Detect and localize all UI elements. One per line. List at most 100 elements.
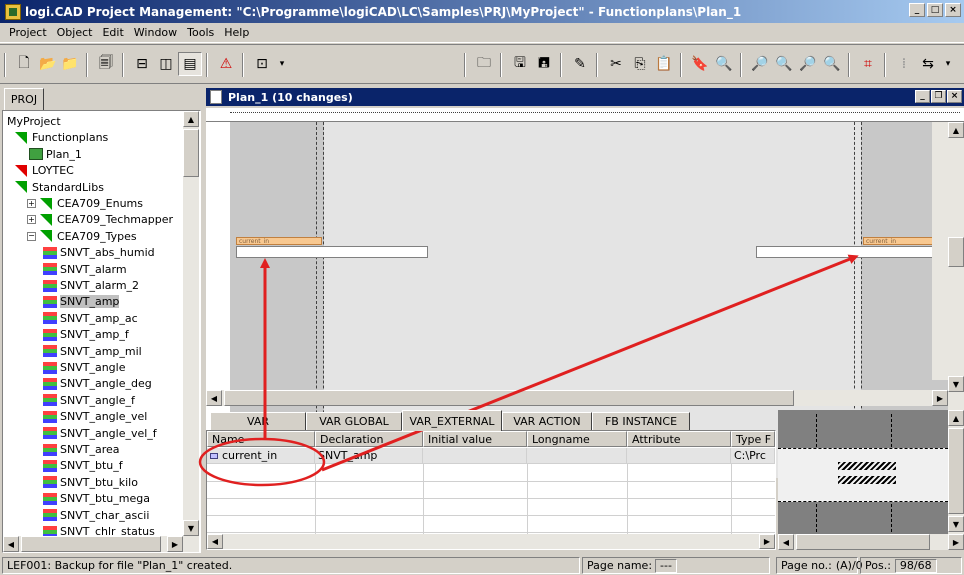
- tab-var[interactable]: VAR: [210, 412, 306, 430]
- layout-icon[interactable]: ▤: [178, 52, 202, 76]
- save-icon[interactable]: 🖫: [508, 52, 532, 76]
- tree-item[interactable]: SNVT_btu_f: [43, 457, 123, 474]
- save-all-icon[interactable]: 🖪: [532, 52, 556, 76]
- tree-scroll-thumb[interactable]: [183, 129, 199, 177]
- tree-item[interactable]: Functionplans: [15, 129, 108, 146]
- tree-item[interactable]: SNVT_angle_f: [43, 392, 135, 409]
- tree-item[interactable]: + CEA709_Enums: [27, 195, 143, 212]
- canvas-scroll-up-icon[interactable]: ▲: [948, 122, 964, 138]
- scroll-right-icon[interactable]: ▶: [167, 536, 183, 552]
- tree-item[interactable]: SNVT_btu_kilo: [43, 474, 138, 491]
- menu-project[interactable]: Project: [4, 26, 52, 39]
- canvas-scroll-down-icon[interactable]: ▼: [948, 376, 964, 392]
- child-close-icon[interactable]: ×: [947, 90, 962, 103]
- maximize-icon[interactable]: □: [927, 3, 943, 17]
- tree-item[interactable]: SNVT_angle_vel: [43, 408, 147, 425]
- tree-item[interactable]: − CEA709_Types: [27, 228, 137, 245]
- zoom-all-icon[interactable]: 🔍: [820, 52, 844, 76]
- app-title-bar[interactable]: logi.CAD Project Management: "C:\Program…: [0, 0, 964, 23]
- tab-var-external[interactable]: VAR_EXTERNAL: [402, 410, 502, 431]
- dots-icon[interactable]: ⁞: [892, 52, 916, 76]
- overview-scroll-left-icon[interactable]: ◀: [778, 534, 794, 550]
- bookmark-icon[interactable]: 🔖: [688, 52, 712, 76]
- menu-help[interactable]: Help: [219, 26, 254, 39]
- menu-edit[interactable]: Edit: [97, 26, 128, 39]
- warning-icon[interactable]: ⚠: [214, 52, 238, 76]
- collapse-icon[interactable]: −: [27, 231, 36, 241]
- tree-item[interactable]: SNVT_char_ascii: [43, 507, 149, 524]
- open-project-icon[interactable]: 📁: [58, 52, 82, 76]
- grid-row-longname[interactable]: [527, 448, 627, 464]
- zoom-in-icon[interactable]: 🔍: [772, 52, 796, 76]
- tree-item[interactable]: StandardLibs: [15, 179, 104, 196]
- overview-pane[interactable]: ▲ ▼ ◀ ▶: [778, 410, 964, 550]
- split-horizontal-icon[interactable]: ⊟: [130, 52, 154, 76]
- tree-item[interactable]: SNVT_area: [43, 441, 120, 458]
- overview-hscrollbar[interactable]: ◀ ▶: [778, 534, 964, 550]
- tab-fb-instance[interactable]: FB INSTANCE: [592, 412, 690, 430]
- tree-item[interactable]: MyProject: [7, 113, 61, 130]
- menu-window[interactable]: Window: [129, 26, 182, 39]
- expand-icon[interactable]: +: [27, 199, 36, 208]
- toolbar-chevron-down-icon[interactable]: ▾: [936, 52, 960, 76]
- col-name-header[interactable]: Name: [207, 431, 315, 447]
- col-attribute-header[interactable]: Attribute: [627, 431, 731, 447]
- tab-var-global[interactable]: VAR GLOBAL: [306, 412, 402, 430]
- scroll-left-icon[interactable]: ◀: [3, 536, 19, 552]
- col-type-header[interactable]: Type F: [731, 431, 775, 447]
- grid-row-initial-value[interactable]: [423, 448, 527, 464]
- grid-scroll-right-icon[interactable]: ▶: [759, 534, 775, 549]
- tree-item[interactable]: SNVT_angle_deg: [43, 375, 152, 392]
- scroll-down-icon[interactable]: ▼: [183, 520, 199, 536]
- grid-row-name-cell[interactable]: current_in: [207, 448, 315, 464]
- tab-var-action[interactable]: VAR ACTION: [502, 412, 592, 430]
- col-declaration-header[interactable]: Declaration: [315, 431, 423, 447]
- tree-hscrollbar[interactable]: ◀ ▶: [3, 536, 199, 552]
- col-initial-value-header[interactable]: Initial value: [423, 431, 527, 447]
- tree-item[interactable]: SNVT_angle: [43, 359, 125, 376]
- grid-scroll-left-icon[interactable]: ◀: [207, 534, 223, 549]
- copy-icon[interactable]: ⎘: [628, 52, 652, 76]
- find-icon[interactable]: 🔍: [712, 52, 736, 76]
- menu-tools[interactable]: Tools: [182, 26, 219, 39]
- grid-row-type[interactable]: C:\Prc: [731, 448, 775, 464]
- grid-icon[interactable]: ⌗: [856, 52, 880, 76]
- child-minimize-icon[interactable]: _: [915, 90, 930, 103]
- overview-scroll-right-icon[interactable]: ▶: [948, 534, 964, 550]
- split-vertical-icon[interactable]: ◫: [154, 52, 178, 76]
- cut-icon[interactable]: ✂: [604, 52, 628, 76]
- chevron-down-icon[interactable]: ▾: [270, 52, 294, 76]
- canvas-scroll-left-icon[interactable]: ◀: [206, 390, 222, 406]
- tree-item[interactable]: SNVT_amp_f: [43, 326, 129, 343]
- scroll-up-icon[interactable]: ▲: [183, 111, 199, 127]
- tree-item[interactable]: SNVT_alarm_2: [43, 277, 139, 294]
- zoom-out-icon[interactable]: 🔎: [796, 52, 820, 76]
- paste-icon[interactable]: 📋: [652, 52, 676, 76]
- tree-item[interactable]: SNVT_amp: [43, 293, 120, 310]
- tree-item[interactable]: Plan_1: [29, 146, 82, 163]
- tree-item[interactable]: SNVT_alarm: [43, 261, 127, 278]
- canvas-scroll-right-icon[interactable]: ▶: [932, 390, 948, 406]
- tree-item[interactable]: SNVT_btu_mega: [43, 490, 150, 507]
- canvas-hscrollbar[interactable]: ◀ ▶: [206, 390, 948, 406]
- overview-scroll-down-icon[interactable]: ▼: [948, 516, 964, 532]
- child-restore-icon[interactable]: ❐: [931, 90, 946, 103]
- folder-up-icon[interactable]: 🗀: [472, 52, 496, 76]
- app-icon[interactable]: [5, 3, 21, 20]
- menu-object[interactable]: Object: [52, 26, 98, 39]
- expand-icon[interactable]: +: [27, 215, 36, 225]
- minimize-icon[interactable]: _: [909, 3, 925, 17]
- overview-vscrollbar[interactable]: ▲ ▼: [948, 410, 964, 534]
- tree-item[interactable]: SNVT_abs_humid: [43, 244, 155, 261]
- col-longname-header[interactable]: Longname: [527, 431, 627, 447]
- overview-scroll-up-icon[interactable]: ▲: [948, 410, 964, 426]
- output-variable-connector[interactable]: [756, 246, 946, 258]
- tree-item[interactable]: + CEA709_Techmapper: [27, 211, 173, 228]
- open-folder-icon[interactable]: 📂: [36, 52, 60, 76]
- canvas-vscroll-thumb[interactable]: [948, 237, 964, 267]
- tree-hscroll-thumb[interactable]: [21, 536, 161, 552]
- tree-item[interactable]: LOYTEC: [15, 162, 74, 179]
- canvas-vscrollbar[interactable]: ▲ ▼: [948, 122, 964, 410]
- grid-row-declaration[interactable]: SNVT_amp: [315, 448, 423, 464]
- edit-icon[interactable]: ✎: [568, 52, 592, 76]
